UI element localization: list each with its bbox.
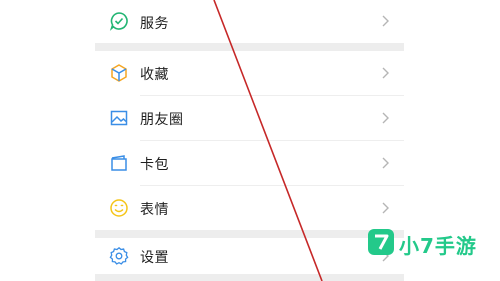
me-menu-list: 服务 收藏 朋友圈 卡包 表情 设置: [95, 0, 404, 281]
menu-item-settings[interactable]: 设置: [95, 238, 404, 274]
service-icon: [109, 12, 128, 31]
menu-item-favorites[interactable]: 收藏: [95, 51, 404, 95]
menu-item-moments[interactable]: 朋友圈: [95, 96, 404, 140]
section-divider: [95, 230, 404, 238]
watermark-text: 小7手游: [399, 234, 477, 258]
watermark-badge-icon: [368, 229, 394, 255]
watermark-logo: 小7手游: [367, 227, 495, 261]
menu-item-label: 服务: [140, 16, 169, 32]
section-divider: [95, 274, 404, 281]
menu-item-card-wallet[interactable]: 卡包: [95, 141, 404, 185]
chevron-right-icon: [382, 112, 389, 124]
moments-image-icon: [110, 110, 128, 126]
menu-item-label: 收藏: [140, 67, 169, 83]
menu-item-label: 表情: [140, 202, 169, 218]
chevron-right-icon: [382, 67, 389, 79]
settings-gear-icon: [109, 246, 129, 265]
chevron-right-icon: [382, 202, 389, 214]
section-divider: [95, 43, 404, 51]
emoji-smile-icon: [110, 199, 128, 217]
menu-item-emoji[interactable]: 表情: [95, 186, 404, 230]
menu-item-service[interactable]: 服务: [95, 0, 404, 43]
chevron-right-icon: [382, 15, 389, 27]
menu-item-label: 卡包: [140, 157, 169, 173]
chevron-right-icon: [382, 157, 389, 169]
card-wallet-icon: [111, 155, 127, 171]
favorites-cube-icon: [111, 64, 127, 82]
menu-item-label: 设置: [140, 250, 169, 266]
menu-item-label: 朋友圈: [140, 112, 184, 128]
